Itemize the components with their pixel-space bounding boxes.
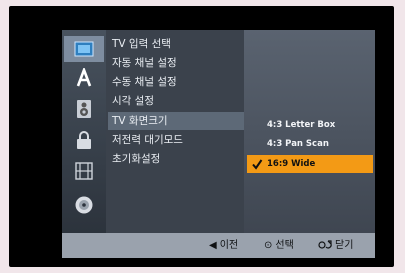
hint-close: 닫기: [318, 233, 353, 258]
category-disc-setup[interactable]: [64, 36, 104, 62]
option-wide[interactable]: 16:9 Wide: [247, 155, 373, 173]
checkmark-icon: [252, 159, 263, 170]
button-guide-bar: ◀ 이전 ⊙ 선택 닫기: [62, 233, 375, 258]
menu-item-manual-channel[interactable]: 수동 채널 설정: [112, 73, 177, 91]
option-label: 4:3 Letter Box: [267, 120, 336, 130]
option-letter-box[interactable]: 4:3 Letter Box: [247, 116, 373, 134]
film-strip-icon: [75, 162, 93, 180]
language-a-icon: [76, 68, 92, 87]
option-pan-scan[interactable]: 4:3 Pan Scan: [247, 135, 373, 153]
option-label: 4:3 Pan Scan: [267, 139, 329, 149]
disc-icon: [75, 196, 93, 214]
menu-item-clock[interactable]: 시각 설정: [112, 92, 154, 110]
left-arrow-icon: ◀: [209, 240, 217, 251]
disc-setup-icon: [74, 41, 94, 57]
category-icon-column: [62, 30, 106, 233]
speaker-audio-icon: [77, 100, 91, 118]
tv-frame: TV 입력 선택 자동 채널 설정 수동 채널 설정 시각 설정 TV 화면크기…: [9, 6, 394, 267]
hint-prev-label: 이전: [219, 240, 239, 251]
option-label: 16:9 Wide: [267, 159, 316, 169]
hint-prev: ◀ 이전: [209, 233, 238, 258]
aspect-option-list: 4:3 Letter Box 4:3 Pan Scan 16:9 Wide: [244, 30, 375, 233]
category-lock[interactable]: [64, 127, 104, 153]
return-button-icon: [318, 240, 332, 249]
hint-close-label: 닫기: [335, 240, 354, 251]
enter-button-icon: ⊙: [264, 240, 273, 251]
category-language[interactable]: [64, 65, 104, 91]
menu-item-power-saving[interactable]: 저전력 대기모드: [112, 131, 183, 149]
hint-select-label: 선택: [275, 240, 294, 251]
category-other[interactable]: [64, 158, 104, 184]
lock-icon: [77, 131, 91, 149]
menu-item-auto-channel[interactable]: 자동 채널 설정: [112, 54, 177, 72]
setup-menu-screen: TV 입력 선택 자동 채널 설정 수동 채널 설정 시각 설정 TV 화면크기…: [62, 30, 375, 258]
category-audio[interactable]: [64, 96, 104, 122]
menu-item-tv-input[interactable]: TV 입력 선택: [112, 35, 171, 53]
hint-select: ⊙ 선택: [264, 233, 294, 258]
setup-menu-list: TV 입력 선택 자동 채널 설정 수동 채널 설정 시각 설정 TV 화면크기…: [106, 30, 244, 233]
menu-item-factory-reset[interactable]: 초기화설정: [112, 150, 160, 168]
category-disc[interactable]: [64, 192, 104, 218]
menu-item-tv-aspect[interactable]: TV 화면크기: [108, 112, 244, 130]
